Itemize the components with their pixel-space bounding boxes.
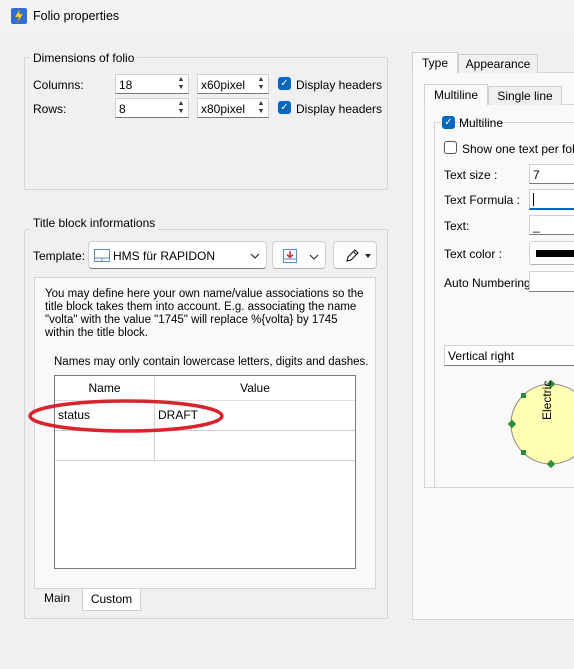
highlight-ellipse [28, 399, 224, 433]
tab-custom[interactable]: Custom [82, 589, 141, 611]
rows-headers-checkbox[interactable]: ✓ [278, 101, 291, 114]
spin-arrows-icon[interactable]: ▲ ▼ [256, 100, 266, 116]
chevron-down-icon [309, 251, 319, 265]
template-label: Template: [33, 249, 86, 263]
columns-value: 18 [119, 78, 133, 92]
import-titleblock-button[interactable] [272, 241, 326, 269]
rows-unit: x80pixel [201, 102, 246, 116]
text-size-spinbox[interactable]: 7 [529, 164, 574, 184]
dropdown-triangle-icon [365, 254, 371, 258]
preview-text: Electric [540, 380, 554, 420]
text-cursor [533, 193, 534, 206]
text-input[interactable]: _ [529, 215, 574, 235]
columns-spinbox[interactable]: 18 ▲ ▼ [115, 74, 189, 94]
names-note: Names may only contain lowercase letters… [54, 356, 369, 368]
spin-arrows-icon[interactable]: ▲ ▼ [176, 100, 186, 116]
tab-multiline[interactable]: Multiline [424, 84, 488, 105]
rows-spinbox[interactable]: 8 ▲ ▼ [115, 98, 189, 118]
text-size-label: Text size : [444, 168, 498, 182]
rows-headers-label: Display headers [296, 102, 383, 116]
window-title: Folio properties [33, 9, 120, 23]
spin-arrows-icon[interactable]: ▲ ▼ [256, 76, 266, 92]
titleblock-group-label: Title block informations [30, 216, 159, 230]
text-formula-input[interactable] [529, 189, 574, 210]
columns-unit-spinbox[interactable]: x60pixel ▲ ▼ [197, 74, 269, 94]
rows-label: Rows: [33, 102, 67, 116]
rows-value: 8 [119, 102, 126, 116]
template-value: HMS für RAPIDON [113, 249, 216, 263]
text-value: _ [533, 219, 540, 233]
text-label: Text: [444, 219, 470, 233]
color-swatch [536, 250, 574, 257]
auto-numbering-combo[interactable] [529, 271, 574, 292]
show-one-text-label: Show one text per folio [462, 142, 574, 156]
template-combo[interactable]: HMS für RAPIDON [88, 241, 267, 269]
columns-headers-checkbox[interactable]: ✓ [278, 77, 291, 90]
dimensions-group-label: Dimensions of folio [30, 51, 138, 65]
tab-appearance[interactable]: Appearance [458, 54, 538, 73]
auto-numbering-label: Auto Numbering [444, 276, 531, 290]
template-icon [94, 249, 110, 265]
columns-headers-label: Display headers [296, 78, 383, 92]
rows-unit-spinbox[interactable]: x80pixel ▲ ▼ [197, 98, 269, 118]
tab-single-line[interactable]: Single line [488, 86, 562, 105]
tab-type[interactable]: Type [412, 52, 458, 73]
orientation-value: Vertical right [448, 349, 515, 363]
edit-titleblock-button[interactable] [333, 241, 377, 269]
text-color-button[interactable] [529, 241, 574, 265]
text-size-value: 7 [533, 168, 540, 182]
title-bar: Folio properties [0, 0, 574, 32]
chevron-down-icon [250, 250, 260, 264]
text-color-label: Text color : [444, 247, 503, 261]
import-icon [282, 248, 298, 267]
spin-arrows-icon[interactable]: ▲ ▼ [176, 76, 186, 92]
info-text: You may define here your own name/value … [45, 288, 364, 339]
app-lightning-icon [11, 8, 27, 24]
columns-label: Columns: [33, 78, 84, 92]
columns-unit: x60pixel [201, 78, 246, 92]
show-one-text-checkbox[interactable] [444, 141, 457, 154]
pencil-icon [344, 248, 360, 267]
text-formula-label: Text Formula : [444, 193, 521, 207]
tab-main[interactable]: Main [36, 589, 78, 609]
orientation-combo[interactable]: Vertical right [444, 345, 574, 366]
